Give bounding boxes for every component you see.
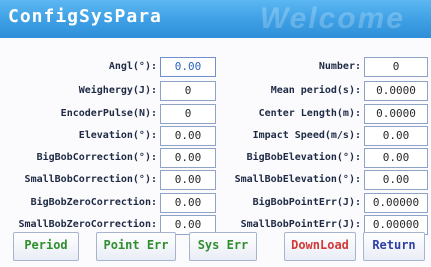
field-label: SmallBobZeroCorrection: <box>18 219 157 230</box>
period-button[interactable]: Period <box>13 232 79 261</box>
field-label: Number: <box>318 61 361 72</box>
field-bigbob-correction: BigBobCorrection(°): 0.00 <box>0 148 216 170</box>
field-label: BigBobPointErr(J): <box>252 197 361 208</box>
number-input[interactable]: 0 <box>364 57 428 77</box>
bigbob-correction-input[interactable]: 0.00 <box>160 148 216 168</box>
field-label: Elevation(°): <box>78 130 157 141</box>
bigbob-zero-correction-input[interactable]: 0.00 <box>160 193 216 213</box>
field-bigbob-point-err: BigBobPointErr(J): 0.00000 <box>215 193 431 215</box>
weighergy-input[interactable]: 0 <box>160 81 216 101</box>
sys-err-button[interactable]: Sys Err <box>189 232 257 261</box>
return-button[interactable]: Return <box>363 232 425 261</box>
field-smallbob-elevation: SmallBobElevation(°): 0.00 <box>215 170 431 192</box>
point-err-button[interactable]: Point Err <box>96 232 176 261</box>
field-label: Mean period(s): <box>270 85 361 96</box>
field-label: SmallBobElevation(°): <box>234 174 361 185</box>
field-smallbob-correction: SmallBobCorrection(°): 0.00 <box>0 170 216 192</box>
field-label: Weighergy(J): <box>78 85 157 96</box>
title-bar: ConfigSysPara Welcome <box>0 0 431 38</box>
field-elevation: Elevation(°): 0.00 <box>0 126 216 148</box>
field-angle: Angl(°): 0.00 <box>0 57 216 79</box>
center-length-input[interactable]: 0.0000 <box>364 104 428 124</box>
field-label: BigBobElevation(°): <box>246 152 361 163</box>
field-label: Angl(°): <box>108 61 157 72</box>
field-encoder-pulse: EncoderPulse(N): 0 <box>0 104 216 126</box>
field-label: SmallBobCorrection(°): <box>24 174 157 185</box>
field-number: Number: 0 <box>215 57 431 79</box>
field-center-length: Center Length(m): 0.0000 <box>215 104 431 126</box>
smallbob-elevation-input[interactable]: 0.00 <box>364 170 428 190</box>
field-mean-period: Mean period(s): 0.0000 <box>215 81 431 103</box>
field-label: BigBobCorrection(°): <box>36 152 157 163</box>
encoder-pulse-input[interactable]: 0 <box>160 104 216 124</box>
field-bigbob-elevation: BigBobElevation(°): 0.00 <box>215 148 431 170</box>
elevation-input[interactable]: 0.00 <box>160 126 216 146</box>
field-weighergy: Weighergy(J): 0 <box>0 81 216 103</box>
field-bigbob-zero-correction: BigBobZeroCorrection: 0.00 <box>0 193 216 215</box>
smallbob-correction-input[interactable]: 0.00 <box>160 170 216 190</box>
field-label: Impact Speed(m/s): <box>252 130 361 141</box>
watermark-text: Welcome <box>259 2 405 35</box>
window-title: ConfigSysPara <box>8 6 162 27</box>
bigbob-elevation-input[interactable]: 0.00 <box>364 148 428 168</box>
field-label: Center Length(m): <box>258 108 361 119</box>
field-label: EncoderPulse(N): <box>60 108 157 119</box>
bigbob-point-err-input[interactable]: 0.00000 <box>364 193 428 213</box>
mean-period-input[interactable]: 0.0000 <box>364 81 428 101</box>
download-button[interactable]: DownLoad <box>284 232 356 261</box>
angle-input[interactable]: 0.00 <box>160 57 216 77</box>
field-label: BigBobZeroCorrection: <box>30 197 157 208</box>
field-impact-speed: Impact Speed(m/s): 0.00 <box>215 126 431 148</box>
field-label: SmallBobPointErr(J): <box>240 219 361 230</box>
impact-speed-input[interactable]: 0.00 <box>364 126 428 146</box>
